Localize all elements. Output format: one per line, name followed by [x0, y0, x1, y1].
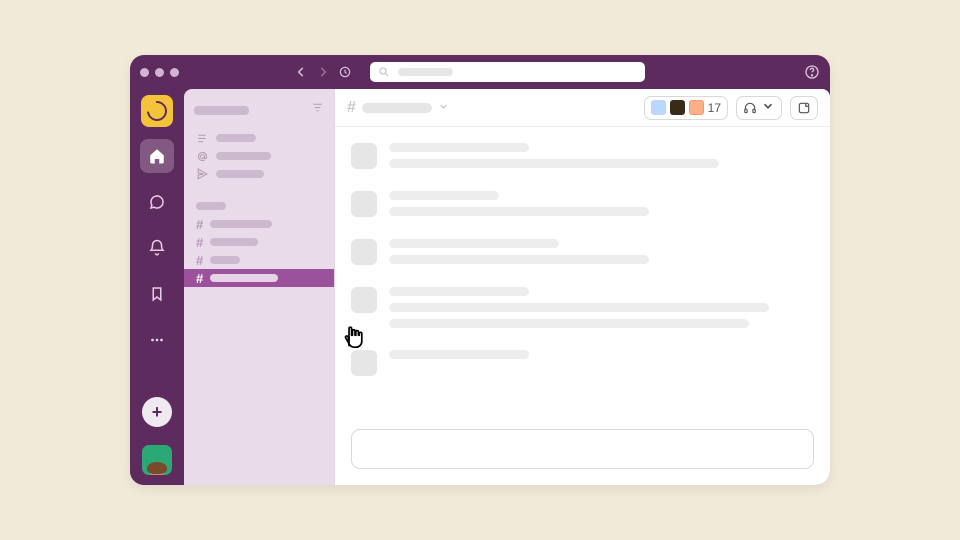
- message-row[interactable]: [351, 350, 810, 376]
- back-icon[interactable]: [294, 65, 308, 79]
- text-line: [389, 303, 769, 312]
- member-avatar-icon: [670, 100, 685, 115]
- channel-sidebar: # # # #: [184, 89, 334, 485]
- sidebar-item-label: [216, 152, 271, 160]
- filter-icon[interactable]: [311, 101, 324, 119]
- text-line: [389, 191, 499, 200]
- channel-item[interactable]: #: [184, 215, 334, 233]
- message-icon: [148, 193, 166, 211]
- add-button[interactable]: +: [142, 397, 172, 427]
- channel-name: [210, 256, 240, 264]
- message-row[interactable]: [351, 239, 810, 265]
- bookmark-icon: [148, 285, 166, 303]
- rail-more[interactable]: [140, 323, 174, 357]
- message-row[interactable]: [351, 287, 810, 328]
- forward-icon[interactable]: [316, 65, 330, 79]
- rail-dms[interactable]: [140, 185, 174, 219]
- hash-icon: #: [196, 217, 203, 232]
- channel-name: [210, 274, 278, 282]
- channel-name-text: [362, 103, 432, 113]
- user-avatar[interactable]: [142, 445, 172, 475]
- text-line: [389, 255, 649, 264]
- close-dot[interactable]: [140, 68, 149, 77]
- member-count-button[interactable]: 17: [644, 96, 728, 120]
- window-controls[interactable]: [140, 68, 179, 77]
- workspace-switcher[interactable]: [141, 95, 173, 127]
- rail-home[interactable]: [140, 139, 174, 173]
- text-line: [389, 287, 529, 296]
- message-avatar[interactable]: [351, 143, 377, 169]
- canvas-button[interactable]: [790, 96, 818, 120]
- headphones-icon: [743, 101, 757, 115]
- threads-icon: [196, 132, 209, 145]
- message-avatar[interactable]: [351, 191, 377, 217]
- canvas-icon: [797, 101, 811, 115]
- member-avatar-icon: [689, 100, 704, 115]
- workspace-name[interactable]: [194, 106, 249, 115]
- message-composer[interactable]: [351, 429, 814, 469]
- titlebar: [130, 55, 830, 89]
- workspace-logo-icon: [143, 97, 171, 125]
- help-icon[interactable]: [804, 64, 820, 80]
- message-body: [389, 191, 810, 217]
- text-line: [389, 143, 529, 152]
- maximize-dot[interactable]: [170, 68, 179, 77]
- main-panel: # 17: [334, 89, 830, 485]
- bell-icon: [148, 239, 166, 257]
- rail-activity[interactable]: [140, 231, 174, 265]
- sidebar-item-label: [216, 170, 264, 178]
- message-body: [389, 287, 810, 328]
- message-avatar[interactable]: [351, 350, 377, 376]
- ellipsis-icon: [148, 331, 166, 349]
- hash-icon: #: [347, 99, 356, 117]
- message-list[interactable]: [335, 127, 830, 419]
- channel-name: [210, 238, 258, 246]
- sidebar-item-label: [216, 134, 256, 142]
- channel-title[interactable]: #: [347, 99, 449, 117]
- channel-item[interactable]: #: [184, 251, 334, 269]
- member-avatar-icon: [651, 100, 666, 115]
- text-line: [389, 350, 529, 359]
- channel-header: # 17: [335, 89, 830, 127]
- text-line: [389, 207, 649, 216]
- message-row[interactable]: [351, 191, 810, 217]
- rail-later[interactable]: [140, 277, 174, 311]
- channel-item[interactable]: #: [184, 233, 334, 251]
- sidebar-section-header[interactable]: [184, 197, 334, 215]
- chevron-down-icon: [438, 99, 449, 117]
- channel-name: [210, 220, 272, 228]
- text-line: [389, 239, 559, 248]
- hash-icon: #: [196, 253, 203, 268]
- history-icon[interactable]: [338, 65, 352, 79]
- chevron-down-icon: [761, 99, 775, 116]
- app-window: +: [130, 55, 830, 485]
- section-label: [196, 202, 226, 210]
- minimize-dot[interactable]: [155, 68, 164, 77]
- message-body: [389, 143, 810, 169]
- sidebar-item-mentions[interactable]: [184, 147, 334, 165]
- drafts-icon: [196, 168, 209, 181]
- hash-icon: #: [196, 235, 203, 250]
- member-count: 17: [708, 101, 721, 115]
- huddle-button[interactable]: [736, 96, 782, 120]
- text-line: [389, 319, 749, 328]
- hash-icon: #: [196, 271, 203, 286]
- message-body: [389, 239, 810, 265]
- search-input[interactable]: [370, 62, 645, 82]
- home-icon: [148, 147, 166, 165]
- channel-item-selected[interactable]: #: [184, 269, 334, 287]
- message-body: [389, 350, 810, 376]
- search-icon: [378, 66, 390, 78]
- mentions-icon: [196, 150, 209, 163]
- message-row[interactable]: [351, 143, 810, 169]
- sidebar-item-threads[interactable]: [184, 129, 334, 147]
- workspace-rail: +: [130, 89, 184, 485]
- text-line: [389, 159, 719, 168]
- search-placeholder: [398, 68, 453, 76]
- sidebar-item-drafts[interactable]: [184, 165, 334, 183]
- message-avatar[interactable]: [351, 287, 377, 313]
- message-avatar[interactable]: [351, 239, 377, 265]
